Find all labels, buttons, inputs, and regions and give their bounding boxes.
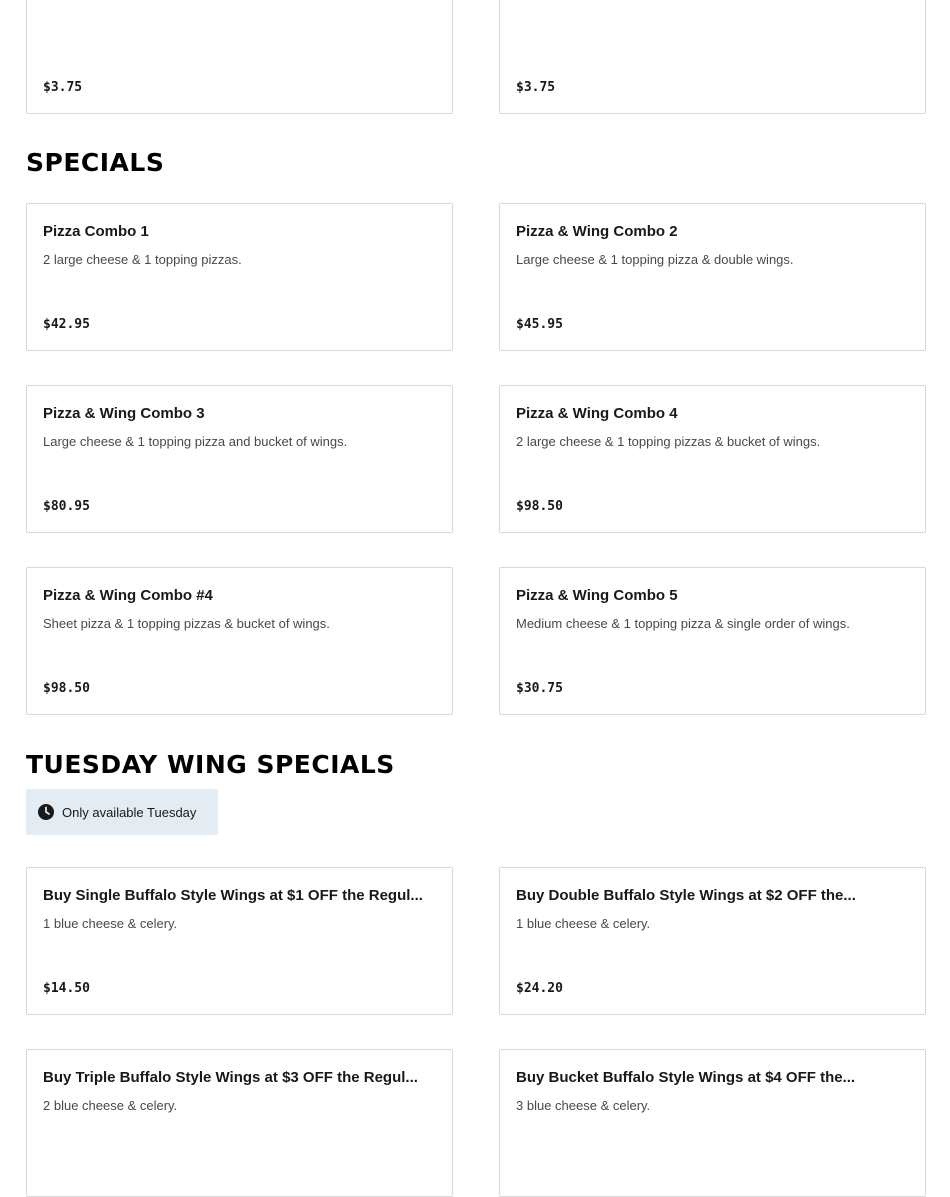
item-name: Pizza & Wing Combo #4	[43, 587, 213, 604]
menu-item-card[interactable]: Buy Single Buffalo Style Wings at $1 OFF…	[26, 867, 453, 1015]
item-description: 3 blue cheese & celery.	[516, 1098, 651, 1113]
menu-item-card[interactable]: $3.75	[26, 0, 453, 114]
item-description: 2 large cheese & 1 topping pizzas & buck…	[516, 434, 821, 449]
item-description: Large cheese & 1 topping pizza & double …	[516, 252, 794, 267]
item-name: Pizza Combo 1	[43, 223, 149, 240]
availability-text: Only available Tuesday	[62, 804, 197, 820]
availability-badge: Only available Tuesday	[26, 789, 218, 835]
item-description: 2 large cheese & 1 topping pizzas.	[43, 252, 242, 267]
item-price: $98.50	[516, 499, 563, 514]
item-price: $24.20	[516, 981, 563, 996]
menu-item-card[interactable]: Pizza & Wing Combo #4 Sheet pizza & 1 to…	[26, 567, 453, 715]
item-name: Pizza & Wing Combo 3	[43, 405, 205, 422]
item-price: $42.95	[43, 317, 90, 332]
section-title-tuesday-wing-specials: TUESDAY WING SPECIALS	[26, 750, 395, 779]
menu-item-card[interactable]: Buy Triple Buffalo Style Wings at $3 OFF…	[26, 1049, 453, 1197]
menu-item-card[interactable]: Pizza & Wing Combo 5 Medium cheese & 1 t…	[499, 567, 926, 715]
item-name: Pizza & Wing Combo 2	[516, 223, 678, 240]
item-name: Buy Single Buffalo Style Wings at $1 OFF…	[43, 887, 423, 904]
menu-item-card[interactable]: Buy Double Buffalo Style Wings at $2 OFF…	[499, 867, 926, 1015]
item-name: Buy Triple Buffalo Style Wings at $3 OFF…	[43, 1069, 418, 1086]
item-description: 1 blue cheese & celery.	[516, 916, 651, 931]
item-description: Medium cheese & 1 topping pizza & single…	[516, 616, 850, 631]
menu-item-card[interactable]: Buy Bucket Buffalo Style Wings at $4 OFF…	[499, 1049, 926, 1197]
menu-item-card[interactable]: $3.75	[499, 0, 926, 114]
item-name: Pizza & Wing Combo 5	[516, 587, 678, 604]
item-price: $30.75	[516, 681, 563, 696]
item-description: 2 blue cheese & celery.	[43, 1098, 178, 1113]
menu-item-card[interactable]: Pizza Combo 1 2 large cheese & 1 topping…	[26, 203, 453, 351]
item-price: $3.75	[516, 80, 556, 95]
item-name: Buy Double Buffalo Style Wings at $2 OFF…	[516, 887, 856, 904]
item-price: $3.75	[43, 80, 83, 95]
item-price: $45.95	[516, 317, 563, 332]
item-price: $98.50	[43, 681, 90, 696]
item-description: Sheet pizza & 1 topping pizzas & bucket …	[43, 616, 330, 631]
item-description: Large cheese & 1 topping pizza and bucke…	[43, 434, 348, 449]
menu-item-card[interactable]: Pizza & Wing Combo 3 Large cheese & 1 to…	[26, 385, 453, 533]
item-name: Pizza & Wing Combo 4	[516, 405, 678, 422]
menu-item-card[interactable]: Pizza & Wing Combo 4 2 large cheese & 1 …	[499, 385, 926, 533]
section-title-specials: SPECIALS	[26, 148, 165, 177]
menu-item-card[interactable]: Pizza & Wing Combo 2 Large cheese & 1 to…	[499, 203, 926, 351]
item-name: Buy Bucket Buffalo Style Wings at $4 OFF…	[516, 1069, 856, 1086]
item-description: 1 blue cheese & celery.	[43, 916, 178, 931]
clock-icon	[38, 804, 54, 820]
item-price: $14.50	[43, 981, 90, 996]
item-price: $80.95	[43, 499, 90, 514]
